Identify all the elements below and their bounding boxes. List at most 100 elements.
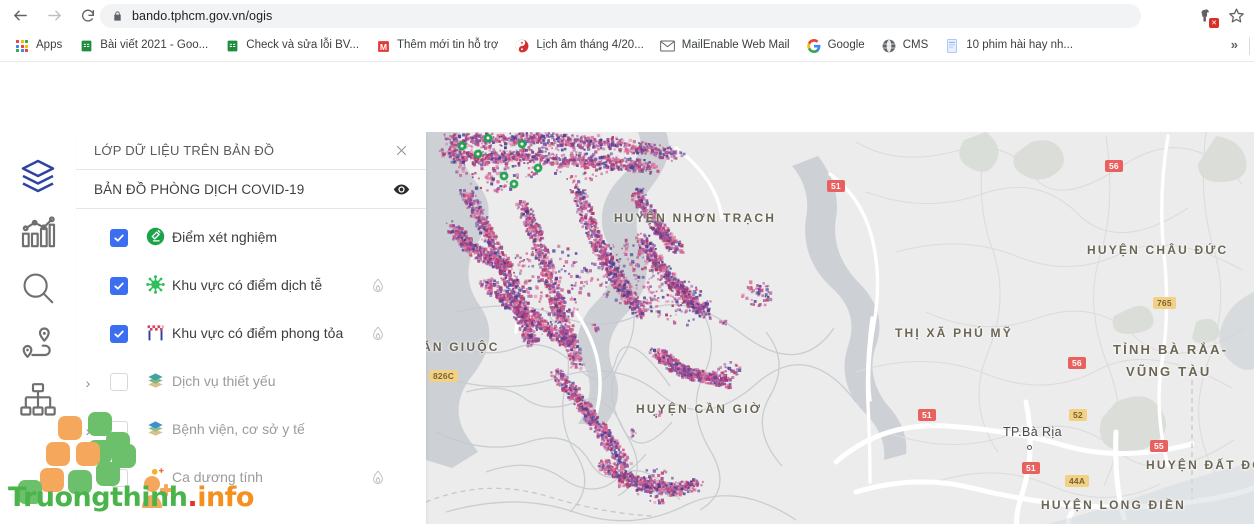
layer-label: Dịch vụ thiết yếu (172, 363, 367, 391)
close-icon[interactable] (392, 142, 410, 160)
bookmark-label: 10 phim hài hay nh... (966, 40, 1073, 52)
layer-group-title: BẢN ĐỒ PHÒNG DỊCH COVID-19 (94, 182, 304, 197)
layer-checkbox[interactable] (100, 267, 138, 295)
checkbox-unchecked-icon (110, 373, 128, 391)
flame-icon[interactable] (367, 459, 389, 486)
bookmark-item[interactable]: MailEnable Web Mail (653, 34, 797, 58)
bookmark-item[interactable]: CMS (874, 34, 936, 58)
layers-panel: LỚP DỮ LIỆU TRÊN BẢN ĐỒ BẢN ĐỒ PHÒNG DỊC… (76, 132, 426, 524)
apps-grid-icon (14, 38, 30, 54)
reload-icon[interactable] (74, 2, 102, 30)
bookmark-label: Bài viết 2021 - Goo... (100, 40, 208, 52)
layer-checkbox[interactable] (100, 363, 138, 391)
highway-shield: 51 (1022, 462, 1040, 474)
checkbox-unchecked-icon (110, 469, 128, 487)
sidebar-item-search[interactable] (14, 260, 62, 316)
person-positive-icon (138, 459, 172, 486)
bookmark-apps-label: Apps (36, 40, 62, 52)
google-sheets-icon (78, 38, 94, 54)
eye-icon[interactable] (393, 183, 410, 196)
test-point-icon (138, 219, 172, 246)
layer-stack-icon (138, 411, 172, 438)
layer-list: › Điểm xét nghiệm › (76, 209, 426, 507)
highway-shield: 52 (1069, 409, 1087, 421)
document-icon (944, 38, 960, 54)
highway-shield: 826C (429, 370, 458, 382)
city-marker-dot (1027, 445, 1032, 450)
browser-toolbar: bando.tphcm.gov.vn/ogis ✕ (0, 0, 1254, 31)
layer-label: Ca dương tính (172, 459, 367, 487)
globe-icon (881, 38, 897, 54)
layers-panel-title: LỚP DỮ LIỆU TRÊN BẢN ĐỒ (94, 143, 274, 158)
omnibox[interactable]: bando.tphcm.gov.vn/ogis (100, 4, 1141, 28)
checkbox-unchecked-icon (110, 421, 128, 439)
sidebar-item-route[interactable] (14, 316, 62, 372)
bookmark-item[interactable]: M Thêm mới tin hỗ trợ (368, 34, 505, 58)
bookmark-star-icon[interactable] (1224, 3, 1248, 27)
svg-text:M: M (379, 41, 386, 51)
sidebar-item-layers[interactable] (14, 148, 62, 204)
envelope-icon (660, 38, 676, 54)
checkbox-checked-icon (110, 277, 128, 295)
layer-stack-icon (138, 363, 172, 390)
highway-shield: 765 (1153, 297, 1176, 309)
bookmark-item[interactable]: Bài viết 2021 - Goo... (71, 34, 215, 58)
left-toolbar (0, 132, 76, 524)
bookmark-item[interactable]: Check và sửa lỗi BV... (217, 34, 366, 58)
layer-row[interactable]: › Bệnh viện, cơ sở y tế (76, 411, 426, 459)
google-g-icon (806, 38, 822, 54)
layer-row[interactable]: › (76, 315, 426, 363)
yinyang-icon (514, 38, 530, 54)
bookmark-item[interactable]: 10 phim hài hay nh... (937, 34, 1080, 58)
bookmark-label: Thêm mới tin hỗ trợ (397, 40, 498, 52)
forward-arrow-icon[interactable] (40, 2, 68, 30)
lock-icon (112, 10, 123, 22)
highway-shield: 55 (1150, 440, 1168, 452)
bookmarks-divider (1249, 37, 1250, 55)
highway-shield: 56 (1105, 160, 1123, 172)
layer-checkbox[interactable] (100, 459, 138, 487)
bookmark-label: MailEnable Web Mail (682, 40, 790, 52)
highway-shield: 56 (1068, 357, 1086, 369)
layer-group-covid[interactable]: BẢN ĐỒ PHÒNG DỊCH COVID-19 (76, 170, 426, 209)
bookmark-item[interactable]: Lịch âm tháng 4/20... (507, 34, 650, 58)
m-square-icon: M (375, 38, 391, 54)
layer-row[interactable]: › Điểm xét nghiệm (76, 219, 426, 267)
layer-row[interactable]: › Ca dương tính (76, 459, 426, 507)
bookmark-item[interactable]: Google (799, 34, 872, 58)
layer-row[interactable]: › (76, 267, 426, 315)
layer-label: Khu vực có điểm dịch tễ (172, 267, 367, 295)
map-canvas[interactable]: HUYỆN NHƠN TRẠCH HUYỆN CHÂU ĐỨC THỊ XÃ P… (426, 132, 1254, 524)
browser-actions: ✕ (1194, 3, 1248, 27)
bookmark-label: Google (828, 40, 865, 52)
app-root: bando.tphcm.gov.vn/ogis ✕ Apps Bài viết … (0, 0, 1254, 524)
flame-icon[interactable] (367, 267, 389, 294)
virus-icon (138, 267, 172, 294)
sidebar-item-structure[interactable] (14, 372, 62, 428)
extension-blocked-icon[interactable]: ✕ (1194, 3, 1218, 27)
layer-checkbox[interactable] (100, 219, 138, 247)
layer-label: Điểm xét nghiệm (172, 219, 367, 247)
layer-row[interactable]: › Dịch vụ thiết yếu (76, 363, 426, 411)
layer-checkbox[interactable] (100, 315, 138, 343)
chevron-right-icon[interactable]: › (76, 411, 100, 439)
layer-checkbox[interactable] (100, 411, 138, 439)
checkbox-checked-icon (110, 325, 128, 343)
bookmarks-bar: Apps Bài viết 2021 - Goo... Check và sửa… (0, 31, 1254, 62)
layers-panel-header: LỚP DỮ LIỆU TRÊN BẢN ĐỒ (76, 132, 426, 170)
sidebar-item-statistics[interactable] (14, 204, 62, 260)
chevron-right-icon[interactable]: › (76, 363, 100, 391)
url-text: bando.tphcm.gov.vn/ogis (132, 9, 272, 23)
covid-points-overlay (426, 132, 786, 524)
bookmark-label: Check và sửa lỗi BV... (246, 40, 359, 52)
highway-shield: 51 (918, 409, 936, 421)
highway-shield: 44A (1065, 475, 1089, 487)
bookmark-label: Lịch âm tháng 4/20... (536, 40, 643, 52)
checkbox-checked-icon (110, 229, 128, 247)
app-header (0, 62, 1254, 132)
flame-icon[interactable] (367, 315, 389, 342)
barrier-icon (138, 315, 172, 342)
bookmark-apps[interactable]: Apps (7, 34, 69, 58)
back-arrow-icon[interactable] (6, 2, 34, 30)
bookmarks-overflow-button[interactable]: » (1231, 37, 1238, 52)
